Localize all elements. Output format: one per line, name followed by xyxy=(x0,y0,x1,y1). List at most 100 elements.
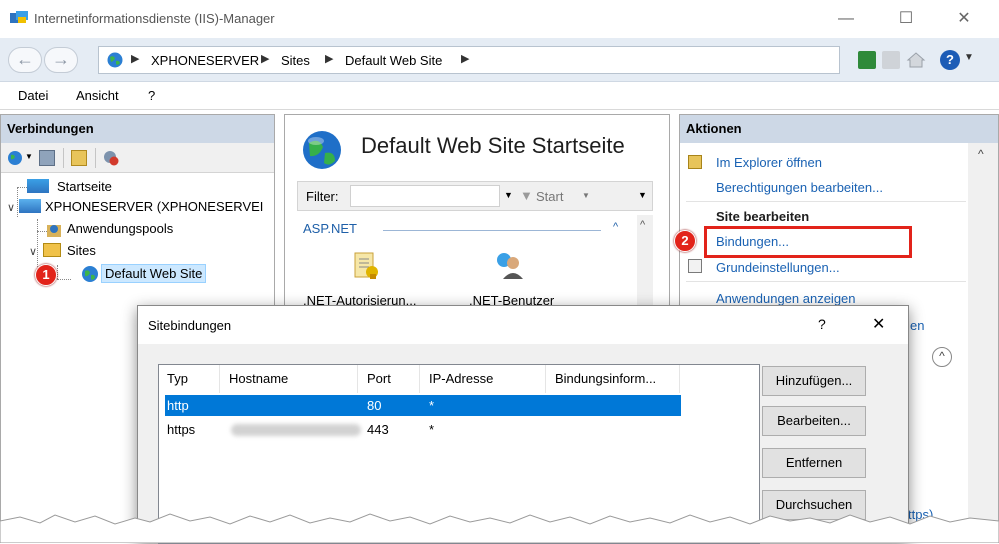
filter-bar: Filter: ▼ ▼ Start ▼ ▼ xyxy=(297,181,653,211)
folder-icon[interactable] xyxy=(71,150,87,166)
globe-icon xyxy=(82,266,98,282)
remove-binding-button[interactable]: Entfernen xyxy=(762,448,866,478)
cell-port: 443 xyxy=(367,422,389,437)
tree-item-app-pools[interactable]: Anwendungspools xyxy=(67,221,173,236)
actions-header: Aktionen xyxy=(680,115,998,143)
dialog-close-button[interactable]: ✕ xyxy=(872,314,885,334)
table-row[interactable]: https 443 * xyxy=(165,419,681,440)
save-icon[interactable] xyxy=(39,150,55,166)
globe-icon xyxy=(107,52,123,68)
filter-label: Filter: xyxy=(306,189,339,204)
page-title: Default Web Site Startseite xyxy=(361,133,625,158)
collapse-chevron-icon[interactable]: ^ xyxy=(613,221,618,233)
filter-dropdown-icon[interactable]: ▼ xyxy=(504,190,513,200)
menu-help[interactable]: ? xyxy=(148,88,155,103)
tree-line xyxy=(57,279,71,280)
action-view-applications[interactable]: Anwendungen anzeigen xyxy=(716,291,856,306)
divider xyxy=(686,201,966,202)
connections-toolbar: ▼ xyxy=(1,143,274,173)
expand-chevron-icon[interactable]: ∨ xyxy=(7,201,15,214)
stop-icon[interactable] xyxy=(882,51,900,69)
app-pools-icon xyxy=(47,225,61,237)
tree-line xyxy=(17,187,18,217)
help-icon[interactable]: ? xyxy=(940,50,960,70)
tree-item-server[interactable]: XPHONESERVER (XPHONESERVEI xyxy=(45,199,263,214)
connect-globe-icon[interactable] xyxy=(7,150,23,166)
dialog-titlebar: Sitebindungen ? ✕ xyxy=(138,306,908,344)
collapse-circle-icon[interactable]: ^ xyxy=(932,347,952,367)
column-separator xyxy=(357,365,358,393)
back-button[interactable]: ← xyxy=(8,47,42,73)
window-title: Internetinformationsdienste (IIS)-Manage… xyxy=(34,11,275,26)
column-header-hostname[interactable]: Hostname xyxy=(229,371,288,386)
maximize-button[interactable]: ☐ xyxy=(884,4,928,34)
cell-type: https xyxy=(167,422,196,437)
actions-scrollbar[interactable]: ^ xyxy=(968,143,998,543)
callout-badge-1: 1 xyxy=(35,264,57,286)
window-titlebar: Internetinformationsdienste (IIS)-Manage… xyxy=(0,0,999,38)
menu-bar: Datei Ansicht ? xyxy=(0,82,999,110)
column-separator xyxy=(679,365,680,393)
start-dropdown-icon[interactable]: ▼ xyxy=(582,191,590,200)
expand-chevron-icon[interactable]: ∨ xyxy=(29,245,37,258)
refresh-icon[interactable] xyxy=(858,51,876,69)
column-header-port[interactable]: Port xyxy=(367,371,391,386)
tree-item-startseite[interactable]: Startseite xyxy=(57,179,112,194)
scroll-up-icon[interactable]: ^ xyxy=(978,147,984,161)
tree-item-sites[interactable]: Sites xyxy=(67,243,96,258)
breadcrumb[interactable]: ▶ XPHONESERVER ▶ Sites ▶ Default Web Sit… xyxy=(98,46,840,74)
breadcrumb-separator-icon: ▶ xyxy=(261,53,270,65)
menu-file[interactable]: Datei xyxy=(18,88,48,103)
authorization-icon[interactable] xyxy=(351,251,381,281)
section-aspnet: ASP.NET xyxy=(303,221,357,236)
address-bar: ← → ▶ XPHONESERVER ▶ Sites ▶ Default Web… xyxy=(0,38,999,82)
column-separator xyxy=(419,365,420,393)
action-partial-link[interactable]: en xyxy=(910,318,924,333)
action-basic-settings[interactable]: Grundeinstellungen... xyxy=(716,260,840,275)
dialog-help-button[interactable]: ? xyxy=(818,316,826,332)
tree-line xyxy=(17,187,27,188)
startpage-icon xyxy=(27,179,49,193)
explorer-icon xyxy=(688,155,702,169)
breadcrumb-sites[interactable]: Sites xyxy=(281,53,310,68)
server-icon xyxy=(19,199,41,213)
minimize-button[interactable]: — xyxy=(824,4,868,34)
add-binding-button[interactable]: Hinzufügen... xyxy=(762,366,866,396)
column-header-binding-info[interactable]: Bindungsinform... xyxy=(555,371,656,386)
edit-binding-button[interactable]: Bearbeiten... xyxy=(762,406,866,436)
globe-icon xyxy=(303,131,341,169)
blurred-hostname xyxy=(231,424,361,436)
home-icon[interactable] xyxy=(906,50,926,70)
help-dropdown-icon[interactable]: ▼ xyxy=(964,52,974,63)
dialog-title: Sitebindungen xyxy=(148,318,232,333)
column-header-type[interactable]: Typ xyxy=(167,371,188,386)
bindings-highlight-box xyxy=(704,226,912,258)
users-icon[interactable] xyxy=(493,249,525,281)
breadcrumb-default-site[interactable]: Default Web Site xyxy=(345,53,442,68)
section-divider xyxy=(383,230,601,231)
edit-site-heading: Site bearbeiten xyxy=(716,209,810,224)
disconnect-icon[interactable] xyxy=(103,150,119,166)
iis-app-icon xyxy=(10,11,28,23)
funnel-icon[interactable]: ▼ xyxy=(520,188,533,203)
connect-dropdown-icon[interactable]: ▼ xyxy=(25,152,33,161)
action-open-explorer[interactable]: Im Explorer öffnen xyxy=(716,155,822,170)
more-options-icon[interactable]: ▼ xyxy=(638,190,647,200)
table-row[interactable]: http 80 * xyxy=(165,395,681,416)
column-separator xyxy=(219,365,220,393)
divider xyxy=(686,281,966,282)
breadcrumb-separator-icon: ▶ xyxy=(461,53,470,65)
tree-line xyxy=(57,265,58,279)
breadcrumb-separator-icon: ▶ xyxy=(131,53,140,65)
toolbar-divider xyxy=(63,148,64,168)
filter-input[interactable] xyxy=(350,185,500,207)
action-edit-permissions[interactable]: Berechtigungen bearbeiten... xyxy=(716,180,883,195)
menu-view[interactable]: Ansicht xyxy=(76,88,119,103)
column-header-ip[interactable]: IP-Adresse xyxy=(429,371,493,386)
close-button[interactable]: ✕ xyxy=(942,4,986,34)
scroll-up-icon[interactable]: ^ xyxy=(640,219,645,231)
forward-button[interactable]: → xyxy=(44,47,78,73)
tree-item-default-web-site[interactable]: Default Web Site xyxy=(101,264,207,283)
start-button[interactable]: Start xyxy=(536,189,563,204)
breadcrumb-server[interactable]: XPHONESERVER xyxy=(151,53,259,68)
